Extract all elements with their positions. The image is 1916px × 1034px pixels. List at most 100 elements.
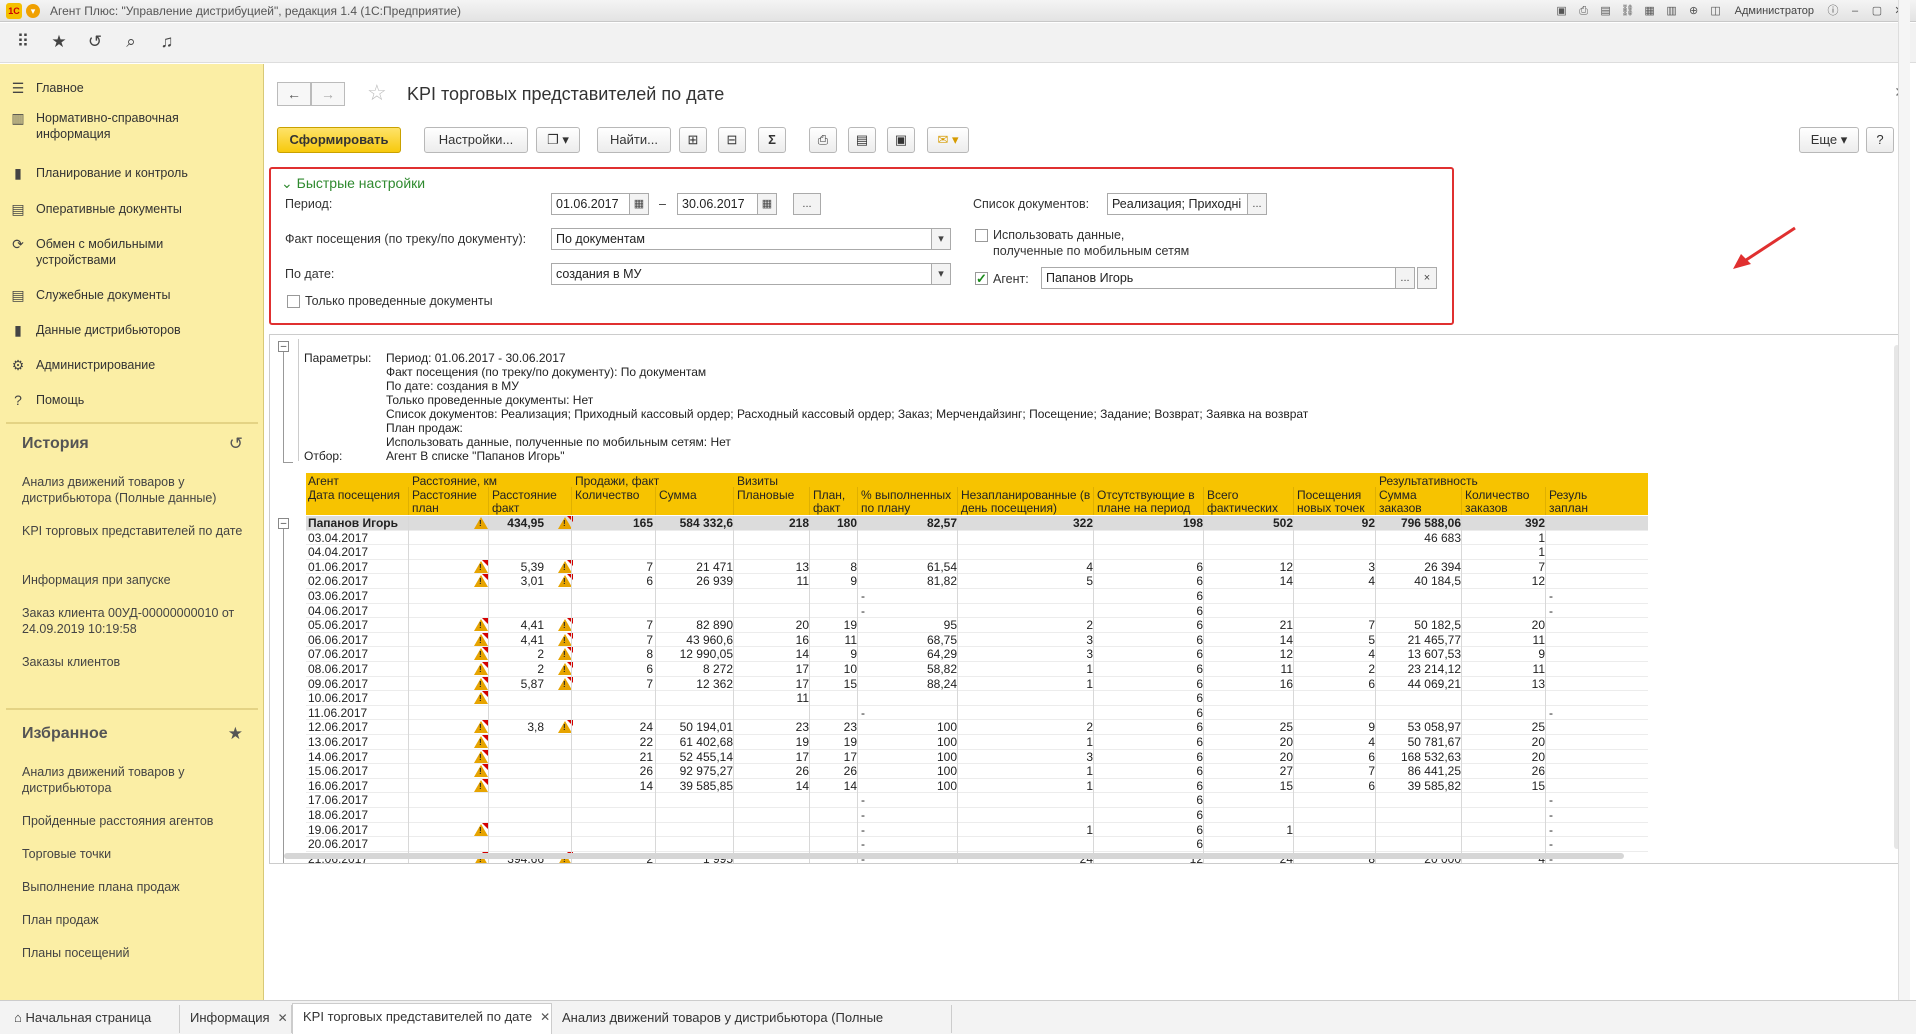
agent-clear-button[interactable]: × [1417,267,1437,289]
main-menu-icon[interactable]: ▾ [26,3,40,18]
sidebar-item-help[interactable]: ? Помощь [0,392,264,408]
tab-analysis[interactable]: Анализ движений товаров у дистрибьютора … [552,1005,952,1033]
info-icon[interactable]: ⓘ [1824,2,1842,20]
table-row[interactable]: 07.06.2017 2 8 12 990,05 14 9 64,29 3 6 12 4 13 607… [306,647,1648,662]
sidebar-item-planning[interactable]: ▮ Планирование и контроль [0,165,264,182]
favorites-star-icon[interactable]: ★ [228,724,243,744]
favorite-item[interactable]: Выполнение плана продаж [22,879,252,895]
collapse-params-icon[interactable]: – [278,341,289,352]
sidebar-item-service-docs[interactable]: ▤ Служебные документы [0,287,264,304]
sidebar-item-main[interactable]: ☰ Главное [0,80,264,97]
favorite-item[interactable]: План продаж [22,912,252,928]
apps-grid-icon[interactable]: ⠿ [12,31,34,53]
favorite-item[interactable]: Планы посещений [22,945,252,961]
table-row[interactable]: 10.06.2017 11 6 [306,691,1648,706]
zoom-icon[interactable]: ⊕ [1685,2,1703,20]
history-icon[interactable]: ↺ [84,31,106,53]
history-item[interactable]: Анализ движений товаров у дистрибьютора … [22,474,252,506]
table-row[interactable]: 02.06.2017 3,01 6 26 939 11 9 81,82 5 6 14 4 40 184… [306,574,1648,589]
table-row[interactable]: 17.06.2017 - 6 - [306,793,1648,808]
search-icon[interactable]: ⌕ [120,31,142,53]
link-icon[interactable]: ⛓ [1619,2,1637,20]
print-icon[interactable]: ⎙ [1575,2,1593,20]
quick-settings-title[interactable]: ⌄ Быстрые настройки [281,175,425,192]
history-item[interactable]: Заказ клиента 00УД-00000000010 от 24.09.… [22,605,252,637]
table-row[interactable]: 05.06.2017 4,41 7 82 890 20 19 95 2 6 21 7 50 182,5… [306,618,1648,633]
sum-button[interactable]: Σ [758,127,786,153]
calculator-icon[interactable]: ▦ [1641,2,1659,20]
print-button[interactable]: ⎙ [809,127,837,153]
table-row[interactable]: 03.04.2017 46 683 1 [306,530,1648,546]
favorites-star-icon[interactable]: ★ [48,31,70,53]
table-row[interactable]: 20.06.2017 - 6 - [306,837,1648,852]
period-select-button[interactable]: ... [793,193,821,215]
table-row[interactable]: 14.06.2017 21 52 455,14 17 17 100 3 6 20 6 168 532… [306,749,1648,765]
history-icon[interactable]: ↺ [229,434,243,454]
sidebar-item-mobile-exchange[interactable]: ⟳ Обмен с мобильными устройствами [0,236,264,268]
favorite-star-icon[interactable]: ☆ [367,80,387,106]
generate-button[interactable]: Сформировать [277,127,401,153]
favorite-item[interactable]: Анализ движений товаров у дистрибьютора [22,764,252,796]
tab-kpi[interactable]: KPI торговых представителей по дате ✕ [292,1003,552,1034]
settings-button[interactable]: Настройки... [424,127,528,153]
table-row[interactable]: 19.06.2017 - 1 6 1 - [306,822,1648,838]
favorite-item[interactable]: Пройденные расстояния агентов [22,813,252,829]
preview-button[interactable]: ▤ [848,127,876,153]
report-area[interactable]: – Параметры: Период: 01.06.2017 - 30.06.… [269,334,1905,864]
horizontal-scrollbar[interactable] [276,851,1882,861]
forward-arrow-icon[interactable]: → [311,82,345,106]
dropdown-arrow-icon[interactable]: ▾ [931,263,951,285]
expand-groups-button[interactable]: ⊞ [679,127,707,153]
table-row[interactable]: 04.06.2017 - 6 - [306,603,1648,619]
only-posted-checkbox[interactable] [287,295,300,308]
sidebar-item-reference[interactable]: ▥ Нормативно-справочная информация [0,110,264,142]
fact-visit-select[interactable]: По документам [551,228,951,250]
collapse-groups-button[interactable]: ⊟ [718,127,746,153]
maximize-icon[interactable]: ▢ [1868,2,1886,20]
table-row[interactable]: 15.06.2017 26 92 975,27 26 26 100 1 6 27 7 86 441,… [306,764,1648,779]
close-icon[interactable]: ✕ [540,1010,550,1024]
find-button[interactable]: Найти... [597,127,671,153]
agent-checkbox[interactable]: ✓ [975,272,988,285]
back-arrow-icon[interactable]: ← [277,82,311,106]
calendar-icon[interactable]: ▦ [629,193,649,215]
calendar-icon[interactable]: ▥ [1663,2,1681,20]
panel-icon[interactable]: ◫ [1707,2,1725,20]
mobile-data-checkbox[interactable] [975,229,988,242]
preview-icon[interactable]: ▤ [1597,2,1615,20]
agent-input[interactable]: Папанов Игорь [1041,267,1415,289]
more-button[interactable]: Еще ▾ [1799,127,1859,153]
save-button[interactable]: ▣ [887,127,915,153]
calendar-icon[interactable]: ▦ [757,193,777,215]
dropdown-arrow-icon[interactable]: ▾ [931,228,951,250]
by-date-select[interactable]: создания в МУ [551,263,951,285]
agent-select-button[interactable]: ... [1395,267,1415,289]
collapse-group-icon[interactable]: – [278,518,289,529]
doc-list-select-button[interactable]: ... [1247,193,1267,215]
notifications-bell-icon[interactable]: ♫ [156,31,178,53]
favorite-item[interactable]: Торговые точки [22,846,252,862]
history-item[interactable]: Информация при запуске [22,572,252,588]
sidebar-item-administration[interactable]: ⚙ Администрирование [0,357,264,374]
history-item[interactable]: KPI торговых представителей по дате [22,523,252,539]
send-email-button[interactable]: ✉ ▾ [927,127,969,153]
current-user[interactable]: Администратор [1735,5,1814,17]
table-row[interactable]: 16.06.2017 14 39 585,85 14 14 100 1 6 15 6 39 585,… [306,778,1648,794]
table-total-row[interactable]: Папанов Игорь 434,95 165 584 332,6 218 180 82,… [306,516,1648,531]
table-row[interactable]: 04.04.2017 1 [306,545,1648,560]
save-icon[interactable]: ▣ [1553,2,1571,20]
table-row[interactable]: 06.06.2017 4,41 7 43 960,6 16 11 68,75 3 6 14 5 21 … [306,632,1648,648]
table-row[interactable]: 08.06.2017 2 6 8 272 17 10 58,82 1 6 11 2 23 214,12… [306,662,1648,677]
table-row[interactable]: 11.06.2017 - 6 - [306,705,1648,721]
close-icon[interactable]: ✕ [278,1011,288,1025]
table-row[interactable]: 09.06.2017 5,87 7 12 362 17 15 88,24 1 6 16 6 44 06… [306,676,1648,692]
doc-list-input[interactable]: Реализация; Приходні [1107,193,1267,215]
table-row[interactable]: 13.06.2017 22 61 402,68 19 19 100 1 6 20 4 50 781,… [306,735,1648,750]
variants-button[interactable]: ❐ ▾ [536,127,580,153]
table-row[interactable]: 03.06.2017 - 6 - [306,589,1648,604]
sidebar-item-operations[interactable]: ▤ Оперативные документы [0,201,264,218]
scroll-thumb[interactable] [284,853,1624,859]
tab-info[interactable]: Информация ✕ [180,1005,292,1033]
table-row[interactable]: 12.06.2017 3,8 24 50 194,01 23 23 100 2 6 25 9 53 0… [306,720,1648,735]
sidebar-item-distributor-data[interactable]: ▮ Данные дистрибьюторов [0,322,264,339]
